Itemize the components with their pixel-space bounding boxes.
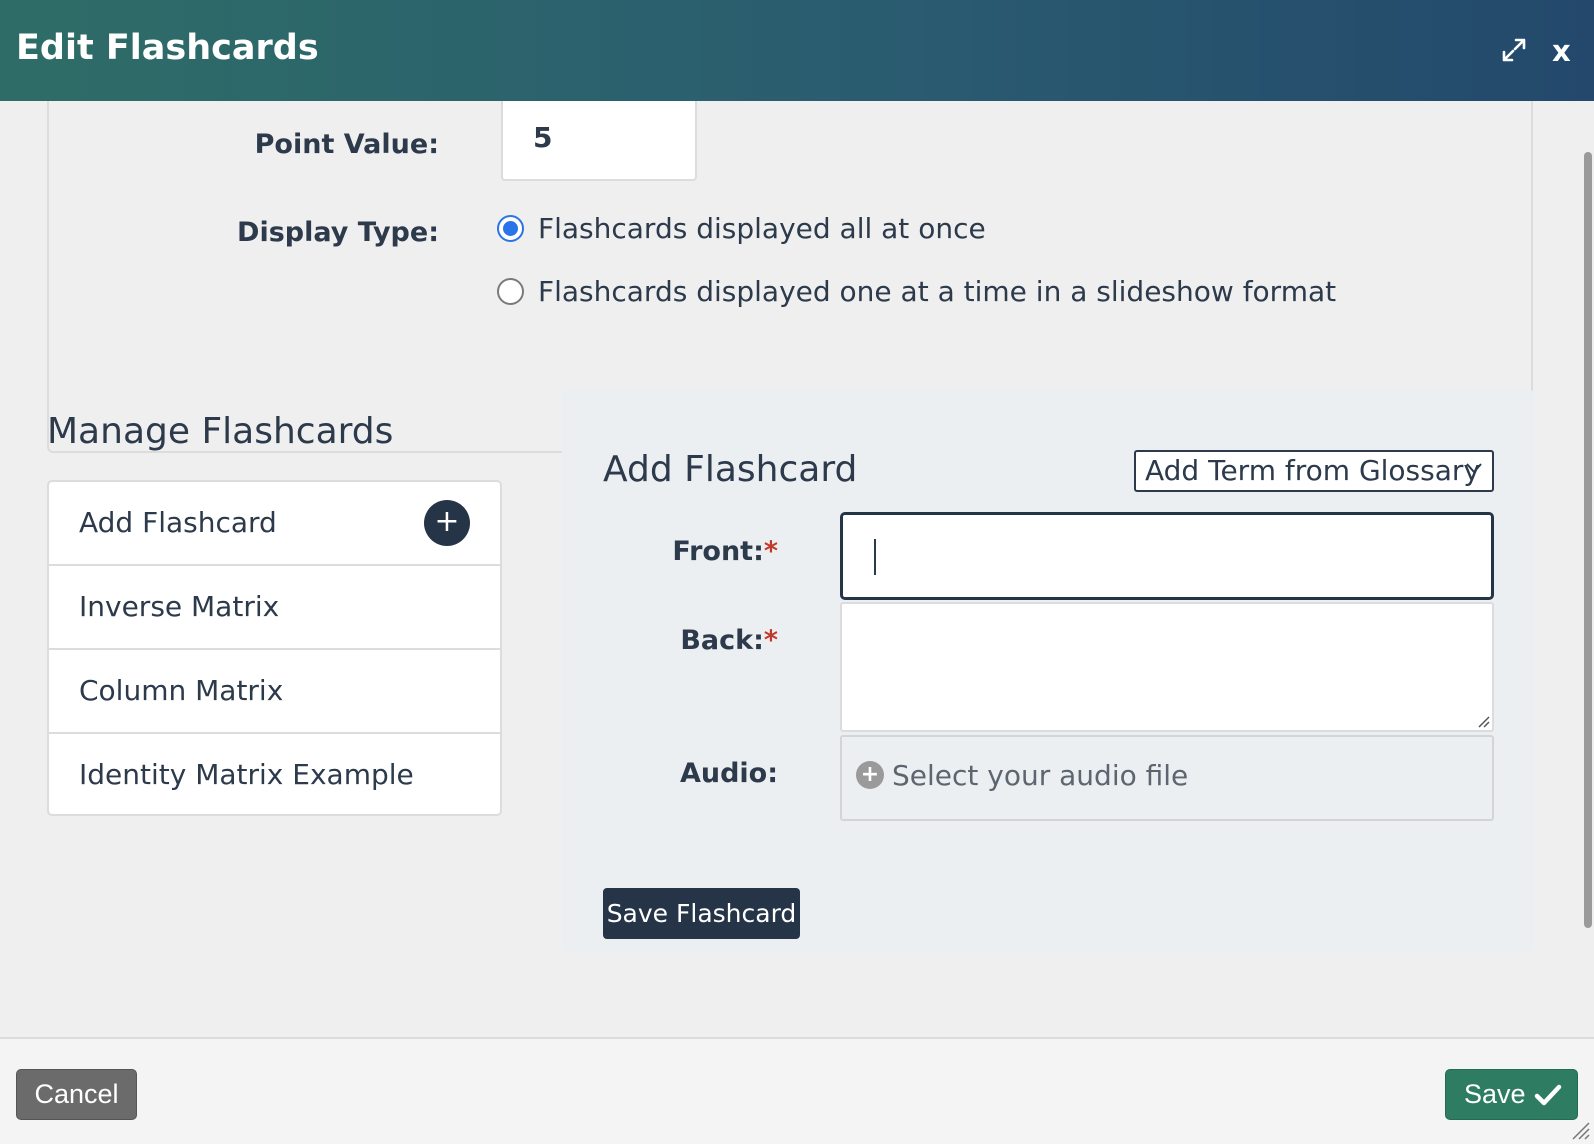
back-textarea[interactable] — [840, 602, 1494, 732]
list-item-label: Add Flashcard — [79, 506, 277, 539]
list-item-label: Identity Matrix Example — [79, 758, 414, 791]
checkmark-icon — [1534, 1084, 1562, 1106]
save-flashcard-button[interactable]: Save Flashcard — [603, 888, 800, 939]
point-value-label: Point Value: — [254, 129, 439, 160]
display-type-label: Display Type: — [237, 217, 439, 248]
window-resize-icon[interactable] — [1568, 1118, 1590, 1140]
scrollbar[interactable] — [1584, 152, 1592, 928]
list-item[interactable]: Identity Matrix Example — [49, 734, 500, 818]
glossary-select-value: Add Term from Glossary — [1145, 454, 1480, 487]
list-item[interactable]: Column Matrix — [49, 650, 500, 734]
front-input[interactable] — [840, 512, 1494, 600]
radio-selected-icon[interactable] — [497, 214, 524, 242]
display-type-option-slideshow[interactable]: Flashcards displayed one at a time in a … — [497, 271, 1336, 311]
add-flashcard-plus-button[interactable]: + — [424, 500, 470, 546]
save-button[interactable]: Save — [1445, 1069, 1578, 1120]
resize-handle-icon[interactable] — [1474, 712, 1490, 728]
dialog-header: Edit Flashcards x — [0, 0, 1594, 101]
cancel-button[interactable]: Cancel — [16, 1069, 137, 1120]
audio-placeholder: Select your audio file — [892, 759, 1189, 792]
audio-file-picker[interactable]: + Select your audio file — [840, 735, 1494, 821]
save-button-label: Save — [1464, 1079, 1526, 1109]
required-marker: * — [763, 536, 778, 567]
list-item-label: Inverse Matrix — [79, 590, 280, 623]
add-flashcard-title: Add Flashcard — [603, 449, 858, 490]
radio-unselected-icon[interactable] — [497, 277, 524, 305]
flashcard-list: Add Flashcard + Inverse Matrix Column Ma… — [47, 480, 502, 816]
manage-flashcards-title: Manage Flashcards — [47, 411, 394, 452]
back-label-text: Back: — [680, 625, 764, 656]
plus-circle-icon: + — [856, 761, 884, 789]
display-option-label: Flashcards displayed one at a time in a … — [538, 274, 1337, 308]
expand-icon[interactable] — [1500, 36, 1528, 64]
text-caret — [874, 539, 876, 575]
list-item-label: Column Matrix — [79, 674, 284, 707]
chevron-down-icon — [1466, 463, 1482, 474]
display-type-option-all[interactable]: Flashcards displayed all at once — [497, 208, 986, 248]
list-item[interactable]: Inverse Matrix — [49, 566, 500, 650]
front-label-text: Front: — [672, 536, 764, 567]
front-label: Front:* — [598, 535, 778, 569]
glossary-select[interactable]: Add Term from Glossary — [1134, 450, 1494, 492]
point-value-input[interactable]: 5 — [501, 101, 697, 181]
audio-label: Audio: — [679, 758, 778, 789]
dialog-body[interactable]: Point Value: 5 Display Type: Flashcards … — [0, 101, 1594, 1037]
dialog-footer: Cancel Save — [0, 1037, 1594, 1144]
display-option-label: Flashcards displayed all at once — [538, 211, 986, 245]
back-label: Back:* — [598, 624, 778, 658]
required-marker: * — [763, 625, 778, 656]
add-flashcard-panel: Add Flashcard Add Term from Glossary Fro… — [562, 389, 1534, 953]
list-item-add-flashcard[interactable]: Add Flashcard + — [49, 482, 500, 566]
close-button[interactable]: x — [1552, 34, 1571, 68]
dialog-title: Edit Flashcards — [16, 28, 319, 68]
